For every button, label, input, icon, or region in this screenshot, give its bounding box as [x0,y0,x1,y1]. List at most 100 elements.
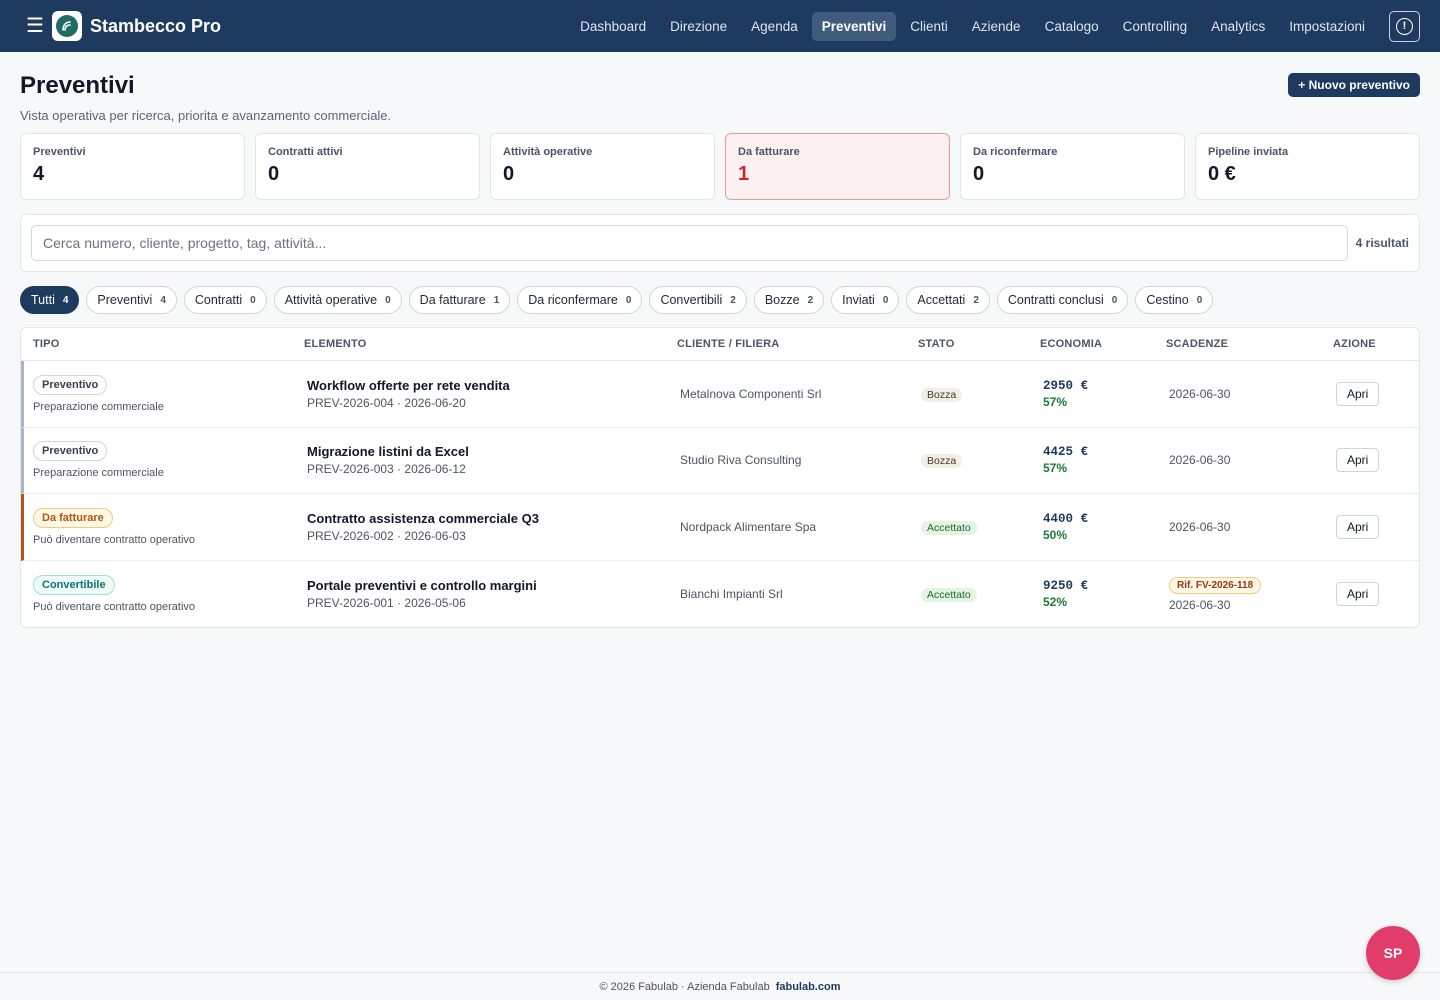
filter-label: Bozze [764,293,800,307]
filter-count: 0 [1196,294,1203,306]
filter-chip-tutti[interactable]: Tutti 4 [20,286,80,314]
kpi-card-alert[interactable]: Da fatturare 1 [725,133,950,200]
type-badge: Preventivo [33,374,108,395]
margin-percent: 50% [1043,527,1068,542]
client-name: Bianchi Impianti Srl [680,586,783,601]
due-date: 2026-06-30 [1169,386,1231,401]
filter-chip-convertibili[interactable]: Convertibili 2 [649,286,747,314]
column-header: AZIONE [1333,338,1376,350]
due-date: 2026-06-30 [1169,453,1231,468]
type-badge: Da fatturare [33,507,113,528]
filter-chip-preventivi[interactable]: Preventivi 4 [86,286,177,314]
column-header: ELEMENTO [304,338,367,350]
kpi-label: Attività operative [503,146,593,158]
filter-chip-accettati[interactable]: Accettati 2 [906,286,990,314]
filter-count: 1 [493,294,500,306]
filter-label: Cestino [1146,293,1189,307]
type-description: Preparazione commerciale [33,400,164,413]
kpi-card[interactable]: Contratti attivi 0 [255,133,480,200]
exclamation-icon: ! [1396,17,1413,35]
kpi-card[interactable]: Da riconfermare 0 [960,133,1185,200]
filter-label: Inviati [842,293,875,307]
open-button[interactable]: Apri [1336,448,1380,473]
filter-label: Contratti [194,293,243,307]
kpi-value: 0 [268,163,280,185]
margin-percent: 57% [1043,461,1068,476]
filter-label: Da riconfermare [528,293,618,307]
page-header: Preventivi Vista operativa per ricerca, … [20,52,1420,133]
filter-chip-contratti[interactable]: Contratti 0 [183,286,267,314]
search-input[interactable] [31,225,1348,261]
open-button[interactable]: Apri [1336,581,1380,606]
nav-aziende[interactable]: Aziende [962,12,1031,41]
type-badge: Preventivo [33,441,108,462]
filter-count: 0 [385,294,391,306]
amount: 4400 € [1043,511,1089,526]
status-badge: Accettato [921,587,977,602]
footer-link[interactable]: fabulab.com [776,981,841,993]
results-count: 4 risultati [1355,236,1409,250]
filter-count: 0 [1111,294,1118,306]
nav-catalogo[interactable]: Catalogo [1035,12,1109,41]
client-name: Studio Riva Consulting [680,453,802,468]
filter-chip-contratti-conclusi[interactable]: Contratti conclusi 0 [996,286,1129,314]
open-button[interactable]: Apri [1336,514,1380,539]
menu-icon[interactable]: ☰ [26,16,44,36]
column-header: STATO [918,338,955,350]
search-panel: 4 risultati [20,214,1420,272]
filter-count: 2 [807,294,814,306]
filter-chip-da-fatturare[interactable]: Da fatturare 1 [408,286,511,314]
filter-chip-cestino[interactable]: Cestino 0 [1135,286,1214,314]
filter-chip-bozze[interactable]: Bozze 2 [753,286,825,314]
open-button[interactable]: Apri [1336,381,1380,406]
table-row[interactable]: Convertibile Può diventare contratto oper… [21,560,1419,627]
ibex-logo-icon [56,15,78,37]
filter-chip-da-riconfermare[interactable]: Da riconfermare 0 [517,286,643,314]
page-title: Preventivi [20,72,135,99]
nav-preventivi[interactable]: Preventivi [811,11,897,41]
kpi-card[interactable]: Attività operative 0 [490,133,715,200]
nav-clienti[interactable]: Clienti [900,12,958,41]
column-header: ECONOMIA [1040,338,1103,350]
nav-analytics[interactable]: Analytics [1201,12,1275,41]
filter-count: 0 [882,294,889,306]
type-description: Può diventare contratto operativo [33,533,196,546]
alerts-button[interactable]: ! [1389,10,1420,42]
item-title: Portale preventivi e controllo margini [307,577,537,593]
kpi-value: 1 [738,163,750,185]
kpi-card[interactable]: Pipeline inviata 0 € [1195,133,1420,200]
type-description: Può diventare contratto operativo [33,600,196,613]
nav-dashboard[interactable]: Dashboard [570,12,656,41]
kpi-card[interactable]: Preventivi 4 [20,133,245,200]
filter-label: Tutti [31,293,55,307]
new-quote-button[interactable]: + Nuovo preventivo [1288,73,1420,97]
filter-chip-attivita-operative[interactable]: Attività operative 0 [273,286,402,314]
kpi-cards: Preventivi 4 Contratti attivi 0 Attività o… [20,133,1420,200]
item-reference: PREV-2026-001 · 2026-05-06 [307,595,466,610]
kpi-value: 0 [503,163,515,185]
status-badge: Bozza [921,454,963,469]
filter-count: 4 [160,294,166,306]
user-avatar-button[interactable]: SP [1366,926,1420,980]
nav-agenda[interactable]: Agenda [741,12,808,41]
table-row[interactable]: Preventivo Preparazione commerciale Migra… [21,427,1419,494]
type-description: Preparazione commerciale [33,467,164,480]
nav-direzione[interactable]: Direzione [660,12,737,41]
nav-impostazioni[interactable]: Impostazioni [1279,12,1375,41]
status-badge: Accettato [921,520,977,535]
footer: © 2026 Fabulab · Azienda Fabulab fabulab… [0,972,1440,1000]
app-logo[interactable] [52,11,82,41]
status-badge: Bozza [921,387,963,402]
nav-controlling[interactable]: Controlling [1113,12,1198,41]
filter-label: Accettati [917,293,966,307]
kpi-label: Da riconfermare [973,146,1058,158]
filter-chips: Tutti 4 Preventivi 4 Contratti 0 Attività o… [20,286,1420,314]
invoice-reference-badge: Rif. FV-2026-118 [1169,577,1262,595]
filter-chip-inviati[interactable]: Inviati 0 [831,286,900,314]
filter-count: 2 [973,294,979,306]
filter-label: Preventivi [97,293,153,307]
table-row[interactable]: Da fatturare Può diventare contratto oper… [21,494,1419,561]
filter-label: Contratti conclusi [1007,293,1104,307]
client-name: Nordpack Alimentare Spa [680,519,817,534]
table-row[interactable]: Preventivo Preparazione commerciale Workf… [21,361,1419,428]
